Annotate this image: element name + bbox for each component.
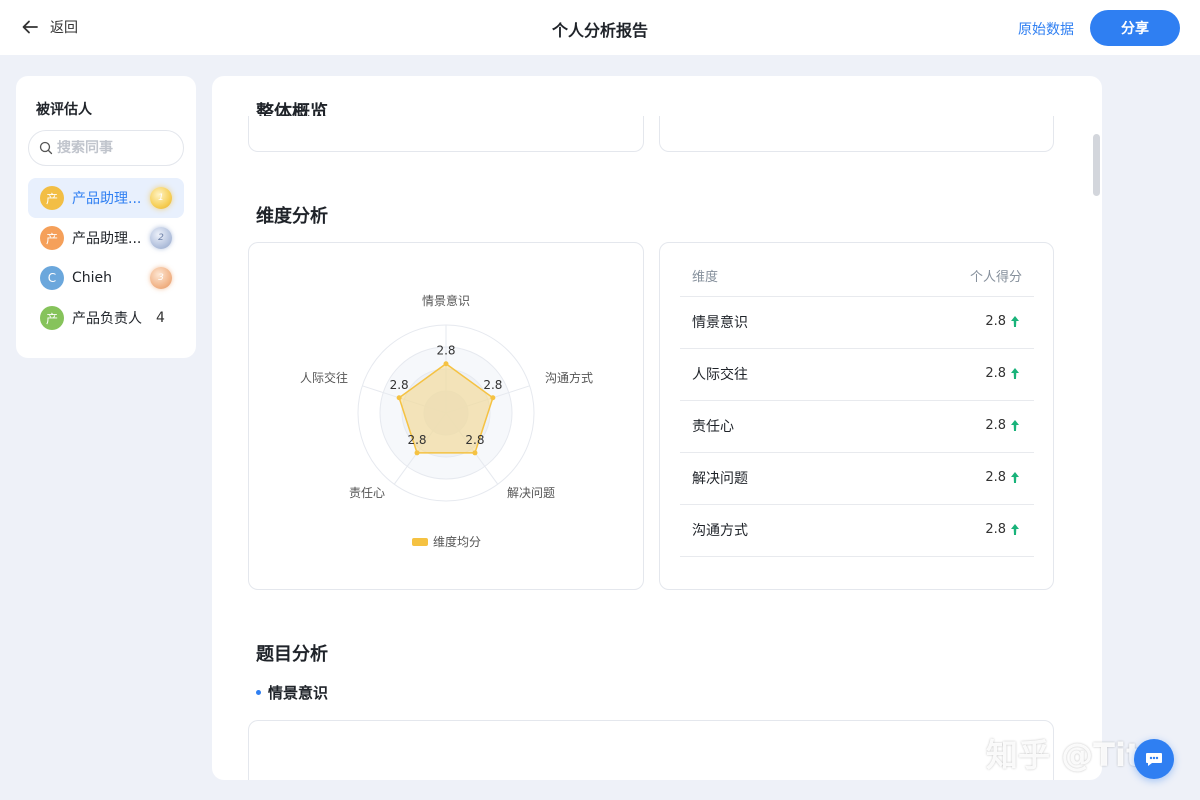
search-icon [39, 141, 53, 155]
table-header: 维度 个人得分 [680, 249, 1034, 297]
report-content: 整体概览 维度分析 2.8 2.8 2.8 2.8 2.8 情景意识 沟通方式 解决问题 责任心… [212, 76, 1102, 780]
person-name: 产品负责人 [72, 311, 142, 327]
row-score: 2.8 [985, 418, 1020, 433]
avatar: 产 [40, 306, 64, 330]
silver-medal-icon: 2 [150, 227, 172, 249]
avatar: 产 [40, 186, 64, 210]
radar-value-label: 2.8 [407, 433, 426, 447]
score-value: 2.8 [985, 522, 1006, 537]
radar-axis-label: 解决问题 [507, 486, 555, 500]
score-value: 2.8 [985, 418, 1006, 433]
bullet-dot-icon [256, 690, 261, 695]
radar-axis-label: 情景意识 [422, 293, 470, 308]
trend-up-icon [1011, 420, 1019, 431]
row-dimension: 人际交往 [692, 367, 748, 383]
radar-point [414, 450, 420, 456]
score-value: 2.8 [985, 366, 1006, 381]
table-row: 情景意识 2.8 [680, 297, 1034, 349]
scrollbar-thumb[interactable] [1093, 134, 1100, 196]
overview-card-left [248, 116, 644, 152]
person-item[interactable]: 产 产品助理... 1 [28, 178, 184, 218]
score-table-card: 维度 个人得分 情景意识 2.8 人际交往 2.8 责任心 2.8 解决问题 2.8 沟通方式 2… [659, 242, 1054, 590]
row-dimension: 责任心 [692, 419, 734, 435]
row-score: 2.8 [985, 522, 1020, 537]
row-dimension: 解决问题 [692, 471, 748, 487]
person-name: 产品助理... [72, 191, 142, 207]
trend-up-icon [1011, 472, 1019, 483]
radar-value-label: 2.8 [436, 344, 455, 358]
score-value: 2.8 [985, 314, 1006, 329]
table-row: 沟通方式 2.8 [680, 505, 1034, 557]
question-card [248, 720, 1054, 780]
trend-up-icon [1011, 368, 1019, 379]
row-dimension: 沟通方式 [692, 523, 748, 539]
person-item[interactable]: C Chieh 3 [28, 258, 184, 298]
radar-point [443, 361, 449, 367]
share-button[interactable]: 分享 [1090, 10, 1180, 46]
question-subtitle-text: 情景意识 [268, 684, 329, 702]
radar-value-label: 2.8 [390, 378, 409, 392]
question-title: 题目分析 [256, 644, 328, 665]
assessee-panel: 被评估人 产 产品助理... 1 产 产品助理... 2 C Chieh 3 产… [16, 76, 196, 358]
rank-number: 4 [156, 310, 165, 326]
radar-point [472, 450, 478, 456]
overview-card-right [659, 116, 1054, 152]
radar-value-label: 2.8 [483, 378, 502, 392]
person-item[interactable]: 产 产品负责人 4 [28, 298, 184, 338]
trend-up-icon [1011, 316, 1019, 327]
radar-point [490, 395, 496, 401]
table-row: 解决问题 2.8 [680, 453, 1034, 505]
radar-value-label: 2.8 [465, 433, 484, 447]
question-subtitle: 情景意识 [256, 682, 328, 703]
row-score: 2.8 [985, 470, 1020, 485]
radar-axis-label: 沟通方式 [545, 370, 593, 385]
legend-swatch [412, 538, 428, 546]
bronze-medal-icon: 3 [150, 267, 172, 289]
chat-fab-button[interactable] [1134, 739, 1174, 779]
score-value: 2.8 [985, 470, 1006, 485]
radar-card: 2.8 2.8 2.8 2.8 2.8 情景意识沟通方式解决问题 责任心 人际交往维度均分 [248, 242, 644, 590]
person-name: 产品助理... [72, 231, 142, 247]
radar-axis-label: 人际交往 [300, 370, 348, 385]
dimension-title: 维度分析 [256, 206, 328, 227]
top-bar: 返回 个人分析报告 原始数据 分享 [0, 0, 1200, 55]
row-score: 2.8 [985, 314, 1020, 329]
legend-label: 维度均分 [433, 534, 481, 549]
gold-medal-icon: 1 [150, 187, 172, 209]
chat-icon [1146, 753, 1162, 766]
table-row: 责任心 2.8 [680, 401, 1034, 453]
person-name: Chieh [72, 270, 113, 286]
radar-chart: 2.8 2.8 2.8 2.8 2.8 情景意识沟通方式解决问题 责任心 人际交往维度均分 [300, 293, 593, 549]
radar-axis-label: 责任心 [349, 486, 385, 500]
search-box[interactable] [28, 130, 184, 166]
raw-data-link[interactable]: 原始数据 [1018, 19, 1074, 39]
search-input[interactable] [57, 140, 177, 156]
assessee-title: 被评估人 [36, 102, 92, 118]
person-item[interactable]: 产 产品助理... 2 [28, 218, 184, 258]
header-dimension: 维度 [692, 270, 719, 285]
header-score: 个人得分 [969, 270, 1022, 285]
row-dimension: 情景意识 [692, 315, 748, 331]
table-row: 人际交往 2.8 [680, 349, 1034, 401]
avatar: C [40, 266, 64, 290]
row-score: 2.8 [985, 366, 1020, 381]
radar-point [396, 395, 402, 401]
avatar: 产 [40, 226, 64, 250]
trend-up-icon [1011, 524, 1019, 535]
